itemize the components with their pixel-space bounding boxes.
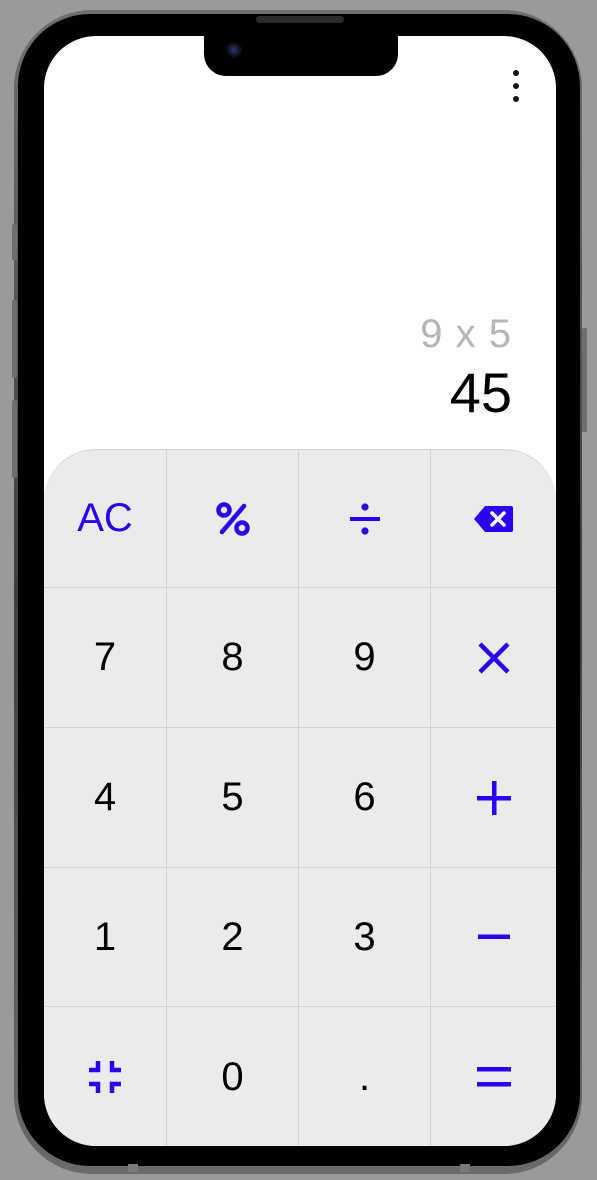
decimal-button[interactable]: . xyxy=(299,1007,431,1146)
digit-9-button[interactable]: 9 xyxy=(299,588,431,728)
antenna-band xyxy=(128,1164,138,1172)
keypad: AC 7 8 9 4 5 6 1 2 3 0 . xyxy=(44,449,556,1146)
digit-6-button[interactable]: 6 xyxy=(299,728,431,868)
percent-icon xyxy=(215,501,251,537)
divide-button[interactable] xyxy=(299,450,431,588)
digit-label: 5 xyxy=(221,775,244,819)
menu-dot xyxy=(513,70,519,76)
app-screen: 9 x 5 45 AC 7 8 9 4 5 6 1 2 3 0 . xyxy=(44,36,556,1146)
digit-label: 3 xyxy=(353,914,376,959)
collapse-icon xyxy=(88,1060,122,1094)
digit-4-button[interactable]: 4 xyxy=(44,728,167,868)
volume-down-button xyxy=(12,400,17,478)
digit-label: 7 xyxy=(93,635,117,679)
backspace-icon xyxy=(473,504,515,534)
plus-button[interactable] xyxy=(431,728,556,868)
minus-icon xyxy=(477,934,510,940)
decimal-label: . xyxy=(358,1054,371,1099)
digit-1-button[interactable]: 1 xyxy=(44,868,167,1007)
menu-dot xyxy=(513,96,519,102)
digit-label: 1 xyxy=(93,914,117,959)
digit-label: 4 xyxy=(93,775,117,819)
digit-label: 9 xyxy=(353,635,376,679)
divide-icon xyxy=(349,502,381,536)
more-vertical-icon[interactable] xyxy=(510,70,522,102)
minus-button[interactable] xyxy=(431,868,556,1007)
multiply-icon xyxy=(477,641,511,675)
digit-label: 8 xyxy=(221,635,244,679)
volume-up-button xyxy=(12,300,17,378)
multiply-button[interactable] xyxy=(431,588,556,728)
power-button xyxy=(582,328,587,432)
notch xyxy=(204,36,398,76)
digit-label: 6 xyxy=(353,775,376,819)
plus-icon xyxy=(476,780,511,815)
digit-0-button[interactable]: 0 xyxy=(167,1007,299,1146)
mute-switch xyxy=(12,224,17,260)
digit-label: 2 xyxy=(221,914,244,959)
digit-label: 0 xyxy=(221,1054,244,1099)
digit-3-button[interactable]: 3 xyxy=(299,868,431,1007)
digit-2-button[interactable]: 2 xyxy=(167,868,299,1007)
percent-button[interactable] xyxy=(167,450,299,588)
clear-button[interactable]: AC xyxy=(44,450,167,588)
clear-label: AC xyxy=(77,496,133,540)
antenna-band xyxy=(460,1164,470,1172)
menu-dot xyxy=(513,83,519,89)
front-camera xyxy=(226,42,242,58)
digit-8-button[interactable]: 8 xyxy=(167,588,299,728)
equals-icon xyxy=(476,1064,511,1090)
collapse-button[interactable] xyxy=(44,1007,167,1146)
expression-display: 9 x 5 xyxy=(420,312,512,356)
result-display: 45 xyxy=(449,361,512,424)
digit-5-button[interactable]: 5 xyxy=(167,728,299,868)
speaker-grill xyxy=(256,16,344,23)
digit-7-button[interactable]: 7 xyxy=(44,588,167,728)
equals-button[interactable] xyxy=(431,1007,556,1146)
backspace-button[interactable] xyxy=(431,450,556,588)
